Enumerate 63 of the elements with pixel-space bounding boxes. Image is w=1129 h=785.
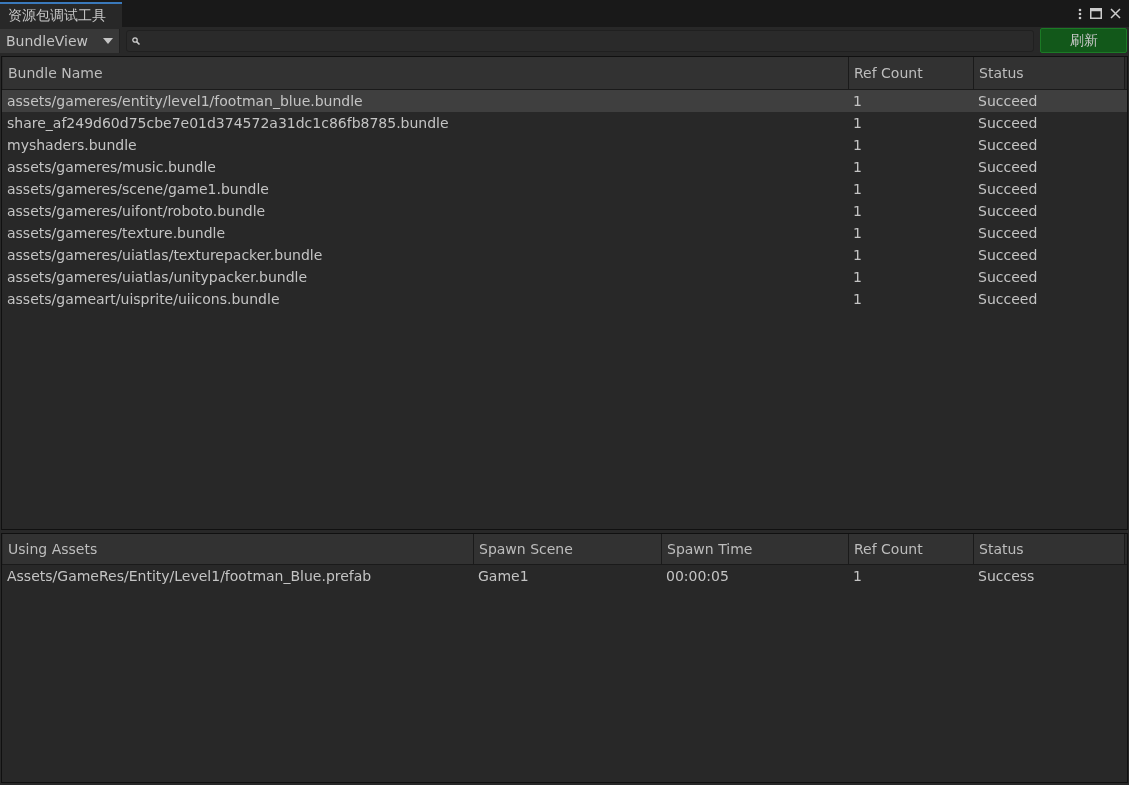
table-cell-text: Succeed: [978, 203, 1039, 219]
table-cell-text: Success: [978, 568, 1036, 584]
table-cell-text: Succeed: [978, 291, 1039, 307]
table-row[interactable]: assets/gameres/texture.bundle 1 Succeed: [2, 222, 1127, 244]
column-header[interactable]: Ref Count: [849, 57, 974, 89]
table-cell-text: 1: [853, 93, 863, 109]
table-cell-text: Succeed: [978, 93, 1039, 109]
table-cell-text: assets/gameres/texture.bundle: [7, 225, 227, 241]
table-cell-text: assets/gameres/uifont/roboto.bundle: [7, 203, 267, 219]
table-cell-text: myshaders.bundle: [7, 137, 138, 153]
search-icon: [132, 36, 140, 45]
column-header[interactable]: Bundle Name: [3, 57, 849, 89]
search-field[interactable]: [126, 29, 1034, 52]
table-cell-text: Assets/GameRes/Entity/Level1/footman_Blue.prefab: [7, 568, 373, 584]
table-cell-text: assets/gameres/music.bundle: [7, 159, 217, 175]
table-cell-text: 00:00:05: [666, 568, 730, 584]
table-cell-text: Succeed: [978, 115, 1039, 131]
table-cell-text: 1: [853, 291, 863, 307]
column-header[interactable]: Status: [974, 57, 1125, 89]
table-cell-text: 1: [853, 269, 863, 285]
table-cell-text: assets/gameart/uisprite/uiicons.bundle: [7, 291, 281, 307]
table-cell-text: 1: [853, 137, 863, 153]
close-icon[interactable]: [1110, 8, 1121, 19]
table-row[interactable]: share_af249d60d75cbe7e01d374572a31dc1c86fb8785.bundle 1 Succeed: [2, 112, 1127, 134]
table-cell-text: Succeed: [978, 225, 1039, 241]
table-cell-text: 1: [853, 225, 863, 241]
table-row[interactable]: assets/gameres/entity/level1/footman_blue.bundle 1 Succeed: [2, 90, 1127, 112]
view-dropdown[interactable]: BundleView: [0, 28, 120, 53]
table-row[interactable]: assets/gameres/uifont/roboto.bundle 1 Succeed: [2, 200, 1127, 222]
table-row[interactable]: assets/gameres/uiatlas/texturepacker.bundle 1 Succeed: [2, 244, 1127, 266]
maximize-icon[interactable]: [1090, 8, 1102, 19]
window-tab[interactable]: 资源包调试工具: [0, 2, 122, 27]
column-header[interactable]: Spawn Time: [662, 534, 849, 564]
table-cell-text: share_af249d60d75cbe7e01d374572a31dc1c86fb8785.bundle: [7, 115, 450, 131]
table-cell-text: Succeed: [978, 181, 1039, 197]
column-header[interactable]: Ref Count: [849, 534, 974, 564]
column-header[interactable]: Status: [974, 534, 1125, 564]
table-cell-text: Succeed: [978, 269, 1039, 285]
table-cell-text: 1: [853, 568, 863, 584]
table-cell-text: 1: [853, 181, 863, 197]
table-row[interactable]: assets/gameres/music.bundle 1 Succeed: [2, 156, 1127, 178]
table-cell-text: assets/gameres/scene/game1.bundle: [7, 181, 270, 197]
more-options-icon[interactable]: [1078, 7, 1082, 20]
table-cell-text: assets/gameres/uiatlas/texturepacker.bundle: [7, 247, 324, 263]
column-header[interactable]: Spawn Scene: [474, 534, 662, 564]
table-row[interactable]: assets/gameres/uiatlas/unitypacker.bundle 1 Succeed: [2, 266, 1127, 288]
table-cell-text: 1: [853, 203, 863, 219]
table-cell-text: 1: [853, 115, 863, 131]
table-row[interactable]: Assets/GameRes/Entity/Level1/footman_Blue.prefab Game1 00:00:05 1 Success: [2, 565, 1127, 587]
table-row[interactable]: myshaders.bundle 1 Succeed: [2, 134, 1127, 156]
table-row[interactable]: assets/gameres/scene/game1.bundle 1 Succeed: [2, 178, 1127, 200]
table-row[interactable]: assets/gameart/uisprite/uiicons.bundle 1 Succeed: [2, 288, 1127, 310]
dropdown-caret-icon: [103, 37, 113, 44]
refresh-button[interactable]: 刷新: [1040, 28, 1127, 53]
table-cell-text: Succeed: [978, 159, 1039, 175]
table-cell-text: 1: [853, 159, 863, 175]
table-cell-text: Game1: [478, 568, 530, 584]
table-cell-text: Succeed: [978, 247, 1039, 263]
table-cell-text: Succeed: [978, 137, 1039, 153]
column-header[interactable]: Using Assets: [3, 534, 474, 564]
table-cell-text: assets/gameres/uiatlas/unitypacker.bundle: [7, 269, 309, 285]
table-cell-text: 1: [853, 247, 863, 263]
table-cell-text: assets/gameres/entity/level1/footman_blue.bundle: [7, 93, 364, 109]
